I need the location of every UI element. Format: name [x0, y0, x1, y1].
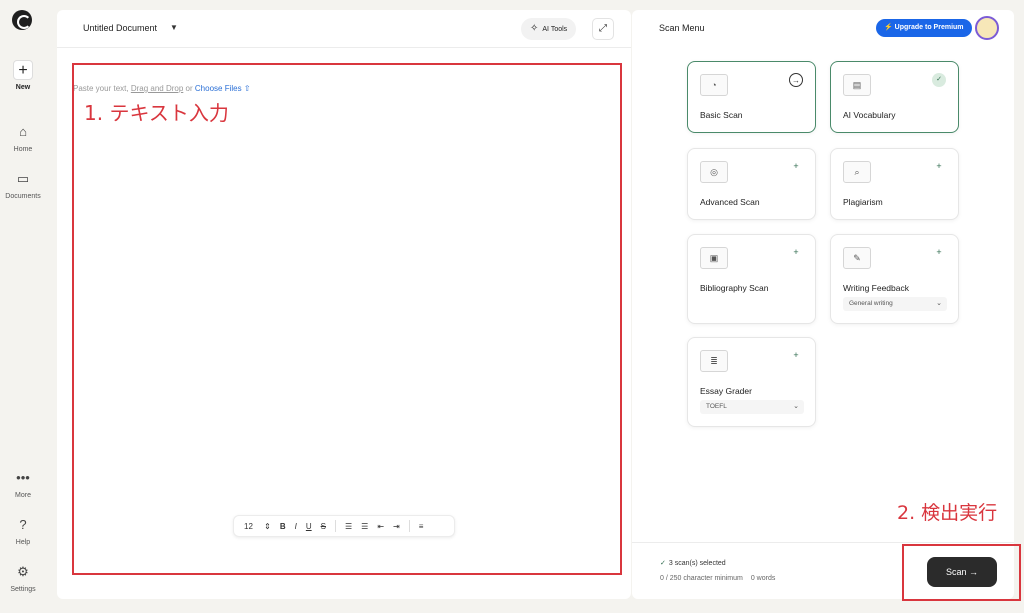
annotation-box-text-input — [72, 63, 622, 575]
annotation-step1: 1. テキスト入力 — [84, 101, 229, 125]
plus-icon: + — [13, 60, 33, 80]
scan-card-bibliography[interactable]: ▣ + Bibliography Scan — [687, 234, 816, 324]
writing-feedback-icon: ✎ — [843, 247, 871, 269]
expand-icon[interactable]: ⤢ — [592, 18, 614, 40]
scan-card-essay-grader[interactable]: ≣ + Essay Grader TOEFL ⌄ — [687, 337, 816, 427]
scan-card-label: AI Vocabulary — [843, 110, 896, 120]
ai-tools-label: AI Tools — [542, 26, 568, 33]
sidebar-item-label: Home — [13, 146, 33, 153]
scan-card-advanced[interactable]: ◎ + Advanced Scan — [687, 148, 816, 220]
plus-icon[interactable]: + — [932, 160, 946, 174]
new-label: New — [15, 84, 31, 91]
plus-icon[interactable]: + — [932, 246, 946, 260]
scan-card-basic[interactable]: ◔ → Basic Scan — [687, 61, 816, 133]
sidebar-item-help[interactable]: ? Help — [0, 515, 46, 546]
annotation-box-scan — [902, 544, 1021, 601]
document-title[interactable]: Untitled Document — [83, 23, 157, 33]
editor-header: Untitled Document ▼ ✧ AI Tools ⤢ — [57, 10, 631, 48]
new-button[interactable]: + New — [0, 60, 46, 91]
home-icon: ⌂ — [19, 124, 27, 139]
sparkle-icon: ✧ — [530, 23, 539, 34]
chevron-down-icon[interactable]: ▼ — [170, 23, 178, 32]
character-count: 0 / 250 character minimum 0 words — [660, 575, 776, 582]
scan-menu-title: Scan Menu — [659, 23, 705, 33]
plus-icon[interactable]: + — [789, 349, 803, 363]
sidebar-item-label: Settings — [10, 586, 36, 593]
writing-type-select[interactable]: General writing ⌄ — [843, 297, 947, 311]
scan-card-label: Essay Grader — [700, 386, 752, 396]
sidebar-item-more[interactable]: ••• More — [0, 468, 46, 499]
word-count: 0 words — [750, 575, 776, 582]
scan-card-label: Advanced Scan — [700, 197, 760, 207]
plus-icon[interactable]: + — [789, 246, 803, 260]
scan-card-label: Bibliography Scan — [700, 283, 769, 293]
chevron-down-icon: ⌄ — [793, 403, 799, 410]
advanced-scan-icon: ◎ — [700, 161, 728, 183]
scan-card-plagiarism[interactable]: ⌕ + Plagiarism — [830, 148, 959, 220]
gear-icon: ⚙ — [17, 564, 29, 579]
sidebar-item-label: Help — [15, 539, 31, 546]
annotation-step2: 2. 検出実行 — [897, 502, 998, 524]
bibliography-icon: ▣ — [700, 247, 728, 269]
plagiarism-icon: ⌕ — [843, 161, 871, 183]
check-icon[interactable]: ✓ — [932, 73, 946, 87]
exam-type-select[interactable]: TOEFL ⌄ — [700, 400, 804, 414]
scan-card-writing-feedback[interactable]: ✎ + Writing Feedback General writing ⌄ — [830, 234, 959, 324]
help-icon: ? — [19, 517, 27, 532]
plus-icon[interactable]: + — [789, 160, 803, 174]
scan-card-ai-vocabulary[interactable]: ▤ ✓ AI Vocabulary — [830, 61, 959, 133]
sidebar-item-label: More — [15, 492, 31, 499]
ai-tools-button[interactable]: ✧ AI Tools — [521, 18, 577, 40]
chevron-down-icon: ⌄ — [936, 300, 942, 307]
folder-icon: ▭ — [16, 171, 30, 186]
app-logo-icon[interactable] — [12, 10, 32, 30]
arrow-right-icon[interactable]: → — [789, 73, 803, 87]
sidebar-item-settings[interactable]: ⚙ Settings — [0, 562, 46, 593]
selected-count: ✓ 3 scan(s) selected — [660, 560, 726, 567]
essay-grader-icon: ≣ — [700, 350, 728, 372]
more-dots-icon: ••• — [16, 470, 30, 485]
scan-card-label: Plagiarism — [843, 197, 883, 207]
sidebar-item-home[interactable]: ⌂ Home — [0, 122, 46, 153]
avatar[interactable] — [975, 16, 999, 40]
left-rail: + New ⌂ Home ▭ Documents ••• More ? Help… — [0, 0, 46, 613]
basic-scan-icon: ◔ — [700, 74, 728, 96]
sidebar-item-label: Documents — [5, 193, 41, 200]
upgrade-button[interactable]: ⚡ Upgrade to Premium — [876, 19, 972, 37]
check-icon: ✓ — [660, 560, 666, 567]
scan-card-label: Writing Feedback — [843, 283, 909, 293]
scan-card-label: Basic Scan — [700, 110, 743, 120]
ai-vocabulary-icon: ▤ — [843, 74, 871, 96]
sidebar-item-documents[interactable]: ▭ Documents — [0, 169, 46, 200]
